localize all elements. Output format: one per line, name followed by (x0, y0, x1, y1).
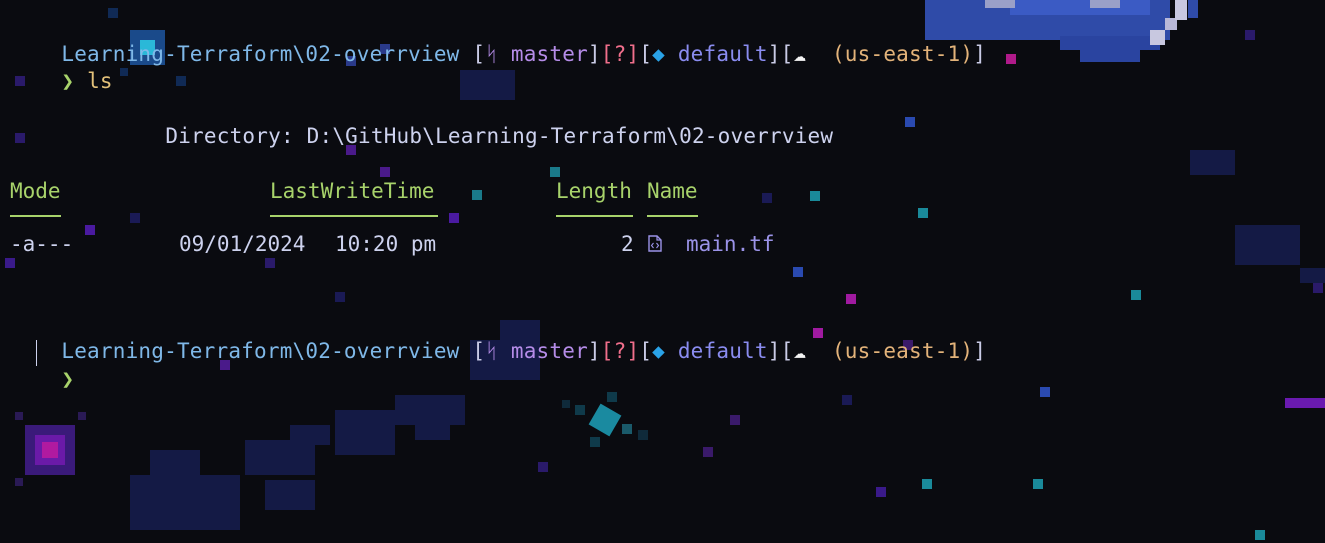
prompt-chevron-icon: ❯ (61, 367, 75, 391)
column-header-mode: Mode (10, 179, 61, 203)
text-cursor[interactable] (36, 340, 37, 366)
prompt-open-bracket: [ (780, 339, 794, 363)
command-line: ❯ ls (10, 41, 113, 93)
prompt-close-bracket: ] (587, 42, 601, 66)
aws-region: (us-east-1) (831, 42, 974, 66)
row-length: 2 (621, 232, 634, 256)
terraform-workspace: default (677, 42, 768, 66)
terminal-window[interactable]: Learning-Terraform\02-overrview [ᛋ maste… (0, 0, 1325, 543)
directory-line: Directory: D:\GitHub\Learning-Terraform\… (114, 96, 833, 148)
terraform-diamond-icon: ◆ (652, 42, 665, 66)
prompt-line: Learning-Terraform\02-overrview [ᛋ maste… (10, 14, 986, 66)
row-date: 09/01/2024 (179, 232, 306, 256)
prompt-close-bracket: ] (973, 42, 987, 66)
aws-region: (us-east-1) (831, 339, 974, 363)
prompt-close-bracket: ] (587, 339, 601, 363)
space-wallpaper (5, 0, 1325, 540)
column-header-lastwritetime: LastWriteTime (270, 179, 435, 203)
prompt-open-bracket: [ (472, 42, 486, 66)
header-underline (270, 215, 438, 217)
git-branch-icon: ᛋ (485, 339, 499, 363)
prompt-close-bracket: ] (767, 339, 781, 363)
git-status: [?] (600, 42, 640, 66)
prompt-close-bracket: ] (767, 42, 781, 66)
header-underline (10, 215, 61, 217)
git-status: [?] (600, 339, 640, 363)
terraform-workspace: default (677, 339, 768, 363)
directory-path: D:\GitHub\Learning-Terraform\02-overrvie… (306, 124, 834, 148)
column-header-name: Name (647, 179, 698, 203)
prompt-close-bracket: ] (973, 339, 987, 363)
prompt-open-bracket: [ (639, 339, 653, 363)
prompt-path: Learning-Terraform\02-overrview (61, 42, 460, 66)
git-branch-name: master (510, 339, 588, 363)
header-underline (647, 215, 698, 217)
row-time: 10:20 pm (335, 232, 437, 256)
cloud-icon: ☁ (793, 339, 807, 363)
row-mode: -a--- (10, 232, 74, 256)
prompt-open-bracket: [ (472, 339, 486, 363)
terraform-diamond-icon: ◆ (652, 339, 665, 363)
command-text: ls (87, 69, 113, 93)
prompt-chevron-icon: ❯ (61, 69, 75, 93)
header-underline (556, 215, 633, 217)
directory-label: Directory: (165, 124, 294, 148)
prompt-path: Learning-Terraform\02-overrview (61, 339, 460, 363)
teal-star-decoration (562, 392, 648, 447)
git-branch-name: master (510, 42, 588, 66)
cloud-icon: ☁ (793, 42, 807, 66)
column-header-length: Length (556, 179, 632, 203)
pink-star-decoration (15, 412, 86, 486)
prompt-open-bracket: [ (780, 42, 794, 66)
input-line[interactable]: ❯ (10, 339, 74, 391)
row-file-name[interactable]: main.tf (686, 231, 775, 258)
git-branch-icon: ᛋ (485, 42, 499, 66)
prompt-line: Learning-Terraform\02-overrview [ᛋ maste… (10, 311, 986, 363)
prompt-open-bracket: [ (639, 42, 653, 66)
code-file-icon (648, 235, 662, 252)
